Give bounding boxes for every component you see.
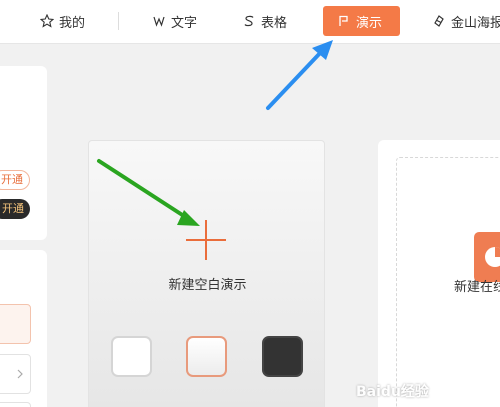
nav-item-label: 我的 [59,15,86,31]
theme-swatch-light[interactable] [186,336,227,377]
blue-arrow-icon [266,40,333,110]
plus-icon [186,220,226,260]
sheet-icon [242,14,256,28]
presentation-logo-icon [474,232,500,282]
nav-item-poster[interactable]: 金山海报 [424,6,500,36]
nav-item-label: 表格 [261,15,288,31]
left-option[interactable] [0,354,31,394]
chevron-right-icon [17,369,23,379]
open-membership-button[interactable]: 开通 [0,170,30,190]
theme-swatch-white[interactable] [111,336,152,377]
star-icon [40,14,54,28]
left-option-selected[interactable] [0,304,31,344]
watermark: Baidu经验 [356,384,429,400]
top-nav-bar: 我的 文字 表格 演示 金山海报 [0,0,500,44]
new-blank-presentation-label: 新建空白演示 [168,278,247,293]
nav-item-label: 演示 [356,15,383,31]
new-blank-presentation-card[interactable]: 新建空白演示 [88,140,325,407]
presentation-icon [337,14,351,28]
theme-swatch-dark[interactable] [262,336,303,377]
nav-item-writer[interactable]: 文字 [144,6,205,36]
new-online-presentation-label: 新建在线 [454,280,500,295]
nav-item-presentation[interactable]: 演示 [323,6,400,36]
nav-item-sheet[interactable]: 表格 [234,6,295,36]
nav-item-label: 文字 [171,15,198,31]
new-online-presentation-card[interactable]: 新建在线 [378,140,500,407]
writer-icon [152,14,166,28]
left-option-bottom[interactable] [0,402,31,407]
poster-icon [432,14,446,28]
nav-item-label: 金山海报 [451,15,500,31]
nav-divider [118,12,119,30]
open-vip-button[interactable]: 开通 [0,199,30,219]
nav-item-mine[interactable]: 我的 [32,6,93,36]
